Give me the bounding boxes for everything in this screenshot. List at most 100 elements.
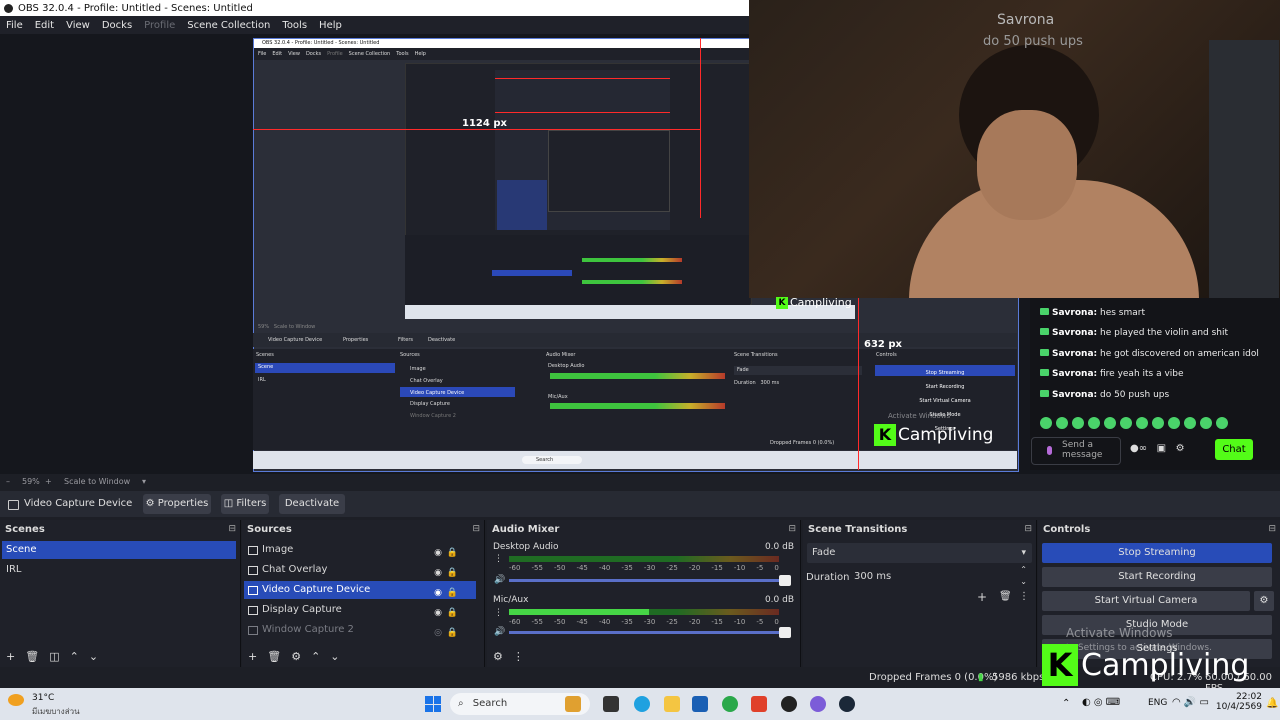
chat-send-button[interactable]: Chat bbox=[1215, 439, 1253, 460]
menu-edit[interactable]: Edit bbox=[35, 20, 54, 31]
notification-bell-icon[interactable]: 🔔 bbox=[1266, 698, 1278, 709]
eye-icon[interactable]: ◉ bbox=[434, 564, 442, 582]
menu-docks[interactable]: Docks bbox=[102, 20, 132, 31]
speaker-icon[interactable]: 🔊 bbox=[494, 627, 505, 637]
edge-icon[interactable] bbox=[634, 696, 650, 712]
emote-icon[interactable] bbox=[1216, 417, 1228, 429]
emote-icon[interactable] bbox=[1056, 417, 1068, 429]
menu-profile[interactable]: Profile bbox=[144, 20, 175, 31]
slider-knob[interactable] bbox=[779, 627, 791, 638]
discord-icon[interactable] bbox=[810, 696, 826, 712]
kebab-icon[interactable]: ⋮ bbox=[494, 608, 503, 618]
lock-icon[interactable]: 🔒 bbox=[447, 624, 458, 642]
scene-item[interactable]: IRL bbox=[2, 561, 236, 579]
eye-icon[interactable]: ◉ bbox=[434, 604, 442, 622]
obs-icon[interactable] bbox=[781, 696, 797, 712]
menu-view[interactable]: View bbox=[66, 20, 90, 31]
lock-icon[interactable]: 🔒 bbox=[447, 544, 458, 562]
add-icon[interactable]: + bbox=[977, 590, 987, 604]
store-icon[interactable] bbox=[692, 696, 708, 712]
file-explorer-icon[interactable] bbox=[664, 696, 680, 712]
slider-knob[interactable] bbox=[779, 575, 791, 586]
stepper-icon[interactable]: ⌃ ⌄ bbox=[1020, 564, 1027, 588]
emote-icon[interactable] bbox=[1104, 417, 1116, 429]
emote-icon[interactable] bbox=[1168, 417, 1180, 429]
menu-help[interactable]: Help bbox=[319, 20, 342, 31]
virtual-camera-gear-icon[interactable]: ⚙ bbox=[1254, 591, 1274, 611]
dock-menu-icon[interactable]: ⊟ bbox=[1268, 524, 1276, 534]
scene-item[interactable]: Scene bbox=[2, 541, 236, 559]
source-item[interactable]: Display Capture ◉ 🔒 bbox=[244, 601, 476, 619]
weather-desc[interactable]: มีเมฆบางส่วน bbox=[32, 705, 80, 718]
task-view-icon[interactable] bbox=[603, 696, 619, 712]
emote-picker-icon[interactable]: ●∞ bbox=[1130, 443, 1147, 454]
chevron-up-icon[interactable]: ⌃ bbox=[311, 650, 320, 663]
volume-slider[interactable] bbox=[509, 575, 791, 586]
speaker-icon[interactable]: 🔊 bbox=[494, 575, 505, 585]
source-item[interactable]: Window Capture 2 ◎ 🔒 bbox=[244, 621, 476, 639]
gear-icon[interactable]: ⚙ bbox=[1176, 443, 1185, 454]
duration-field[interactable]: 300 ms ⌃ ⌄ bbox=[849, 564, 1031, 588]
emote-icon[interactable] bbox=[1184, 417, 1196, 429]
menu-scene-collection[interactable]: Scene Collection bbox=[187, 20, 270, 31]
lock-icon[interactable]: 🔒 bbox=[447, 584, 458, 602]
language-indicator[interactable]: ENG bbox=[1148, 698, 1167, 708]
kebab-icon[interactable]: ⋮ bbox=[513, 650, 524, 663]
source-item[interactable]: Chat Overlay ◉ 🔒 bbox=[244, 561, 476, 579]
kebab-icon[interactable]: ⋮ bbox=[494, 554, 503, 564]
steam-icon[interactable] bbox=[839, 696, 855, 712]
kebab-icon[interactable]: ⋮ bbox=[1019, 591, 1029, 602]
source-item[interactable]: Video Capture Device ◉ 🔒 bbox=[244, 581, 476, 599]
stop-streaming-button[interactable]: Stop Streaming bbox=[1042, 543, 1272, 563]
chevron-down-icon[interactable]: ⌄ bbox=[330, 650, 339, 663]
properties-button[interactable]: ⚙ Properties bbox=[143, 494, 211, 514]
source-item[interactable]: Image ◉ 🔒 bbox=[244, 541, 476, 559]
add-icon[interactable]: + bbox=[6, 650, 15, 663]
menu-file[interactable]: File bbox=[6, 20, 23, 31]
zoom-minus[interactable]: – bbox=[6, 477, 10, 486]
dock-menu-icon[interactable]: ⊟ bbox=[228, 524, 236, 534]
emote-icon[interactable] bbox=[1072, 417, 1084, 429]
chat-send-box[interactable]: Send a message bbox=[1031, 437, 1121, 465]
emote-icon[interactable] bbox=[1152, 417, 1164, 429]
menu-tools[interactable]: Tools bbox=[282, 20, 307, 31]
deactivate-button[interactable]: Deactivate bbox=[279, 494, 345, 514]
filters-button[interactable]: ◫ Filters bbox=[221, 494, 269, 514]
gift-icon[interactable]: ▣ bbox=[1157, 443, 1166, 454]
trash-icon[interactable]: 🗑 bbox=[267, 650, 281, 663]
dock-menu-icon[interactable]: ⊟ bbox=[472, 524, 480, 534]
emote-icon[interactable] bbox=[1088, 417, 1100, 429]
filter-icon[interactable]: ◫ bbox=[49, 650, 59, 663]
lock-icon[interactable]: 🔒 bbox=[447, 604, 458, 622]
gear-icon[interactable]: ⚙ bbox=[291, 650, 301, 663]
trash-icon[interactable]: 🗑 bbox=[999, 591, 1012, 602]
brave-icon[interactable] bbox=[751, 696, 767, 712]
chrome-icon[interactable] bbox=[722, 696, 738, 712]
add-icon[interactable]: + bbox=[248, 650, 257, 663]
start-recording-button[interactable]: Start Recording bbox=[1042, 567, 1272, 587]
emote-icon[interactable] bbox=[1040, 417, 1052, 429]
emote-icon[interactable] bbox=[1136, 417, 1148, 429]
tray-icons[interactable]: ◐ ◎ ⌨ bbox=[1082, 697, 1120, 708]
weather-temp[interactable]: 31°C bbox=[32, 693, 54, 703]
clock[interactable]: 22:02 10/4/2569 bbox=[1212, 692, 1262, 712]
zoom-percent[interactable]: 59% bbox=[22, 477, 40, 486]
zoom-plus[interactable]: + bbox=[45, 477, 52, 486]
emote-icon[interactable] bbox=[1120, 417, 1132, 429]
dock-menu-icon[interactable]: ⊟ bbox=[1024, 524, 1032, 534]
scale-mode[interactable]: Scale to Window bbox=[64, 477, 130, 486]
start-virtual-camera-button[interactable]: Start Virtual Camera bbox=[1042, 591, 1250, 611]
volume-slider[interactable] bbox=[509, 627, 791, 638]
dock-menu-icon[interactable]: ⊟ bbox=[788, 524, 796, 534]
eye-hidden-icon[interactable]: ◎ bbox=[434, 624, 442, 642]
lock-icon[interactable]: 🔒 bbox=[447, 564, 458, 582]
network-volume-battery-icons[interactable]: ◠ 🔊 ▭ bbox=[1172, 697, 1209, 708]
search-highlight-icon[interactable] bbox=[565, 696, 581, 712]
chevron-down-icon[interactable]: ⌄ bbox=[89, 650, 98, 663]
emote-icon[interactable] bbox=[1200, 417, 1212, 429]
gear-icon[interactable]: ⚙ bbox=[493, 650, 503, 663]
chevron-down-icon[interactable]: ▾ bbox=[142, 477, 146, 486]
weather-icon[interactable] bbox=[8, 694, 24, 706]
chevron-up-icon[interactable]: ⌃ bbox=[70, 650, 79, 663]
chevron-up-icon[interactable]: ⌃ bbox=[1062, 698, 1070, 709]
